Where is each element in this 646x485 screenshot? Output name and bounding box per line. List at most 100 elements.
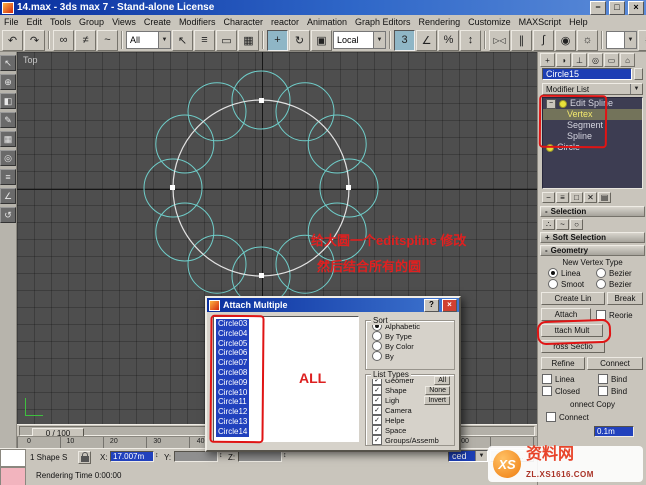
checkbox-icon[interactable] bbox=[598, 386, 608, 396]
linear-checkbox[interactable]: Linea bbox=[542, 374, 575, 384]
object-name-field[interactable]: Circle15 bbox=[542, 68, 632, 80]
curve-editor-icon[interactable]: ∫ bbox=[533, 29, 554, 51]
radio-icon[interactable] bbox=[372, 351, 382, 361]
spinner-snap-icon[interactable]: ↕ bbox=[460, 29, 481, 51]
list-item[interactable]: Circle03 bbox=[216, 319, 250, 329]
checkbox-icon[interactable] bbox=[372, 425, 382, 435]
left-tool-icon-7[interactable]: ≡ bbox=[0, 169, 16, 185]
z-spinner[interactable] bbox=[283, 452, 287, 459]
weld-threshold-field[interactable]: 0.1m bbox=[594, 426, 634, 437]
list-item[interactable]: Circle04 bbox=[216, 328, 250, 339]
unlink-selection-icon[interactable]: ≠ bbox=[75, 29, 96, 51]
modify-tab-icon[interactable]: ◑ bbox=[556, 53, 571, 67]
refine-button[interactable]: Refine bbox=[541, 357, 585, 370]
minimize-button[interactable]: − bbox=[590, 0, 606, 15]
bind-first-checkbox[interactable]: Bind bbox=[598, 374, 627, 384]
menu-maxscript[interactable]: MAXScript bbox=[515, 16, 566, 28]
utilities-tab-icon[interactable]: ⌂ bbox=[620, 53, 635, 67]
radio-icon[interactable] bbox=[548, 268, 558, 278]
undo-icon[interactable]: ↶ bbox=[2, 29, 23, 51]
spline-mode-icon[interactable]: ○ bbox=[570, 219, 583, 230]
list-item[interactable]: Circle09 bbox=[216, 377, 250, 388]
dialog-title-bar[interactable]: Attach Multiple ? × bbox=[207, 298, 459, 312]
checkbox-icon[interactable] bbox=[372, 395, 382, 405]
menu-group[interactable]: Group bbox=[75, 16, 108, 28]
bind-to-space-warp-icon[interactable]: ~ bbox=[97, 29, 118, 51]
left-tool-icon-2[interactable]: ⊕ bbox=[0, 74, 16, 90]
rectangular-selection-region-icon[interactable]: ▭ bbox=[216, 29, 237, 51]
redo-icon[interactable]: ↷ bbox=[24, 29, 45, 51]
title-bar[interactable]: 14.max - 3ds max 7 - Stand-alone License… bbox=[0, 0, 646, 15]
close-button[interactable]: × bbox=[628, 0, 644, 15]
select-and-move-icon[interactable]: + bbox=[267, 29, 288, 51]
bind-last-checkbox[interactable]: Bind bbox=[598, 386, 627, 396]
vertex-mode-icon[interactable]: ∴ bbox=[542, 219, 555, 230]
expander-icon[interactable] bbox=[546, 98, 556, 109]
selection-filter-dropdown[interactable]: All bbox=[126, 31, 171, 49]
y-coordinate-field[interactable] bbox=[174, 451, 218, 462]
pin-stack-icon[interactable]: − bbox=[542, 192, 555, 203]
help-button[interactable]: ? bbox=[424, 298, 439, 312]
attach-button[interactable]: Attach bbox=[541, 308, 591, 321]
checkbox-icon[interactable] bbox=[372, 385, 382, 395]
type-shape[interactable]: Shape None bbox=[366, 385, 454, 395]
radio-icon[interactable] bbox=[596, 279, 606, 289]
stack-item-segment[interactable]: Segment bbox=[543, 120, 642, 131]
menu-help[interactable]: Help bbox=[565, 16, 592, 28]
list-item[interactable]: Circle11 bbox=[216, 397, 249, 408]
reorient-checkbox[interactable]: Reorie bbox=[596, 310, 633, 320]
cross-section-button[interactable]: ross Sectio bbox=[541, 340, 605, 353]
rollout-geometry[interactable]: - Geometry bbox=[540, 245, 645, 256]
crossing-selection-icon[interactable]: ▦ bbox=[238, 29, 259, 51]
render-type-dropdown[interactable] bbox=[606, 31, 637, 49]
sort-by[interactable]: By bbox=[366, 351, 454, 361]
snap-toggle-3d-icon[interactable]: 3 bbox=[394, 29, 415, 51]
type-space-warp[interactable]: Space bbox=[366, 425, 454, 435]
menu-edit[interactable]: Edit bbox=[23, 16, 47, 28]
checkbox-icon[interactable] bbox=[542, 374, 552, 384]
make-unique-icon[interactable]: □ bbox=[570, 192, 583, 203]
connect-copy-checkbox[interactable]: Connect bbox=[546, 412, 589, 422]
all-button[interactable]: All bbox=[434, 375, 450, 385]
checkbox-icon[interactable] bbox=[596, 310, 606, 320]
menu-create[interactable]: Create bbox=[140, 16, 175, 28]
menu-tools[interactable]: Tools bbox=[46, 16, 75, 28]
motion-tab-icon[interactable]: ◎ bbox=[588, 53, 603, 67]
list-item[interactable]: Circle06 bbox=[216, 348, 250, 359]
object-list[interactable]: Circle03 Circle04 Circle05 Circle06 Circ… bbox=[213, 316, 359, 442]
maximize-button[interactable]: □ bbox=[609, 0, 625, 15]
quick-render-icon[interactable]: ☼ bbox=[638, 29, 646, 51]
show-end-result-icon[interactable]: ≡ bbox=[556, 192, 569, 203]
radio-smooth[interactable]: Smoot bbox=[548, 279, 584, 289]
dialog-close-icon[interactable]: × bbox=[442, 298, 457, 312]
menu-customize[interactable]: Customize bbox=[464, 16, 515, 28]
select-and-link-icon[interactable]: ∞ bbox=[53, 29, 74, 51]
left-tool-icon-5[interactable]: ▦ bbox=[0, 131, 16, 147]
stack-item-vertex[interactable]: Vertex bbox=[543, 109, 642, 120]
maxscript-listener-white[interactable] bbox=[0, 449, 26, 467]
left-tool-icon-8[interactable]: ∠ bbox=[0, 188, 16, 204]
left-tool-icon-6[interactable]: ◎ bbox=[0, 150, 16, 166]
radio-icon[interactable] bbox=[372, 341, 382, 351]
menu-rendering[interactable]: Rendering bbox=[415, 16, 465, 28]
material-editor-icon[interactable]: ◉ bbox=[555, 29, 576, 51]
selection-lock-icon[interactable] bbox=[78, 451, 91, 464]
radio-icon[interactable] bbox=[372, 331, 382, 341]
closed-checkbox[interactable]: Closed bbox=[542, 386, 580, 396]
stack-item-spline[interactable]: Spline bbox=[543, 131, 642, 142]
left-tool-icon-4[interactable]: ✎ bbox=[0, 112, 16, 128]
maxscript-listener-pink[interactable] bbox=[0, 467, 26, 485]
checkbox-icon[interactable] bbox=[372, 405, 382, 415]
create-line-button[interactable]: Create Lin bbox=[541, 292, 605, 305]
x-spinner[interactable] bbox=[155, 452, 159, 459]
type-camera[interactable]: Camera bbox=[366, 405, 454, 415]
invert-button[interactable]: Invert bbox=[424, 395, 450, 405]
left-tool-icon-9[interactable]: ↺ bbox=[0, 207, 16, 223]
rollout-soft-selection[interactable]: + Soft Selection bbox=[540, 232, 645, 243]
list-item[interactable]: Circle14 bbox=[216, 426, 250, 437]
stack-item-circle[interactable]: Circle bbox=[543, 142, 642, 153]
checkbox-icon[interactable] bbox=[598, 374, 608, 384]
left-tool-icon-1[interactable]: ↖ bbox=[0, 55, 16, 71]
select-and-rotate-icon[interactable]: ↻ bbox=[289, 29, 310, 51]
chevron-down-icon[interactable] bbox=[373, 32, 385, 48]
